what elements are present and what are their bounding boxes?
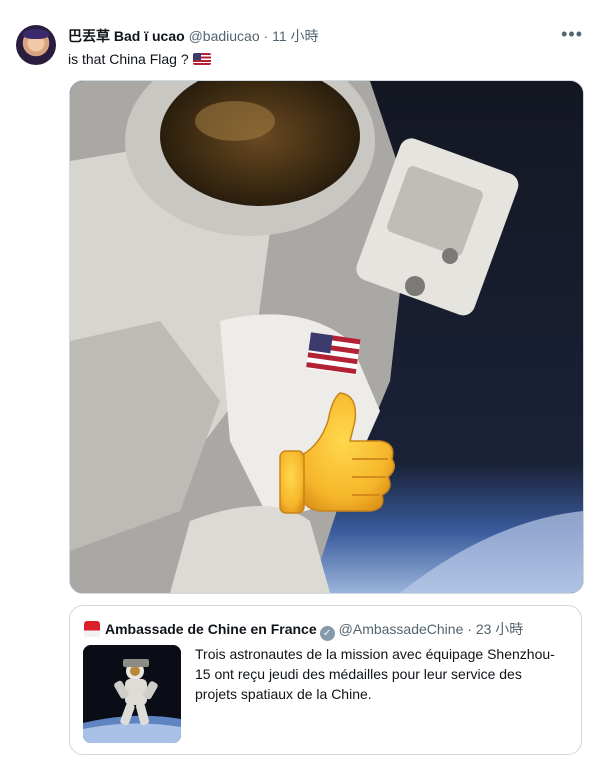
- quoted-media-thumbnail[interactable]: [83, 645, 181, 743]
- quoted-avatar: [84, 621, 100, 637]
- quoted-separator: ·: [467, 621, 472, 637]
- author-display-name[interactable]: 巴丟草 Bad ï ucao: [68, 28, 185, 44]
- tweet-text: is that China Flag ?: [68, 50, 211, 68]
- us-flag-icon: [192, 53, 211, 65]
- quoted-tweet[interactable]: Ambassade de Chine en France ✓ @AmbassadeC…: [69, 605, 582, 755]
- tweet[interactable]: 巴丟草 Bad ï ucao @badiucao · 11 小時 ••• is …: [0, 0, 601, 762]
- tweet-timestamp[interactable]: 11 小時: [272, 28, 318, 44]
- tweet-header: 巴丟草 Bad ï ucao @badiucao · 11 小時: [68, 27, 319, 45]
- verified-badge-icon: ✓: [319, 626, 335, 641]
- quoted-handle[interactable]: @AmbassadeChine: [339, 621, 464, 637]
- quoted-timestamp[interactable]: 23 小時: [476, 621, 523, 637]
- more-options-icon[interactable]: •••: [561, 25, 583, 43]
- quoted-display-name[interactable]: Ambassade de Chine en France: [105, 621, 317, 637]
- tweet-media-image[interactable]: [69, 80, 584, 594]
- header-separator: ·: [263, 28, 269, 44]
- quoted-tweet-header: Ambassade de Chine en France ✓ @AmbassadeC…: [84, 620, 523, 641]
- author-handle[interactable]: @badiucao: [189, 28, 260, 44]
- quoted-tweet-text: Trois astronautes de la mission avec équ…: [195, 646, 555, 702]
- astronaut-thumbs-up-image: [70, 81, 583, 593]
- astronaut-spacewalk-image: [83, 645, 181, 743]
- author-avatar[interactable]: [16, 25, 56, 65]
- tweet-text-content: is that China Flag ?: [68, 51, 189, 67]
